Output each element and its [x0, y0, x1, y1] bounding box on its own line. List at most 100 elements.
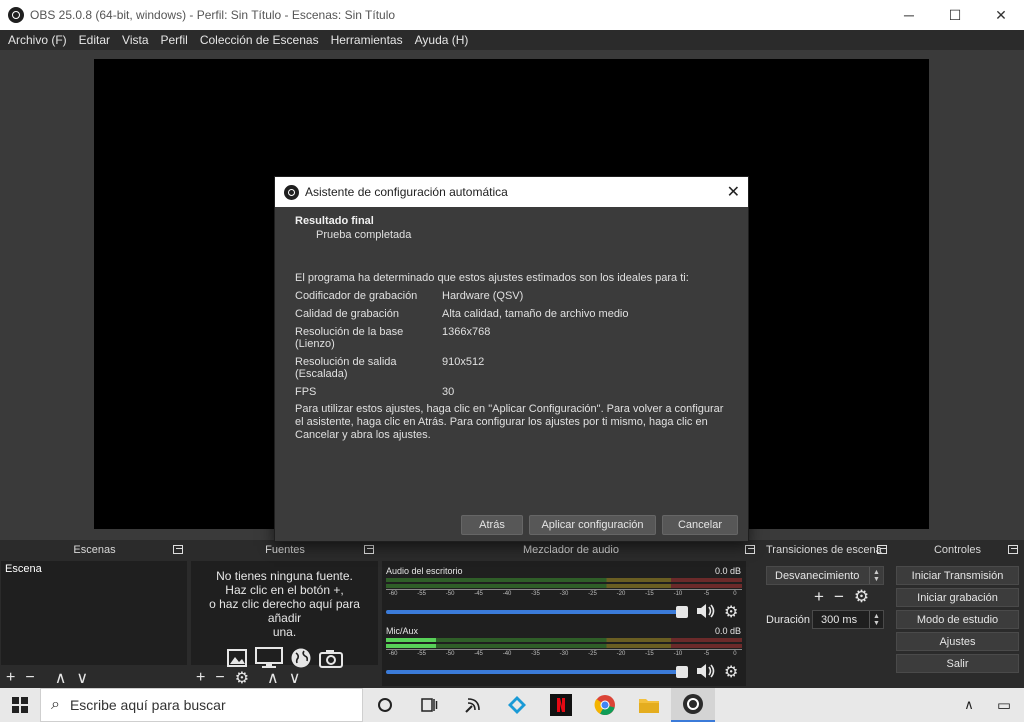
add-scene-icon[interactable]: +: [6, 669, 15, 687]
menu-editar[interactable]: Editar: [73, 33, 116, 47]
transition-selected: Desvanecimiento: [775, 569, 860, 582]
exit-button[interactable]: Salir: [896, 654, 1019, 673]
search-placeholder: Escribe aquí para buscar: [69, 697, 226, 713]
add-transition-icon[interactable]: +: [814, 587, 824, 607]
scenes-list[interactable]: Escena: [1, 561, 187, 665]
file-explorer-icon[interactable]: [627, 688, 671, 722]
scene-item[interactable]: Escena: [1, 561, 187, 577]
duration-spinbox[interactable]: 300 ms ▲ ▼: [812, 610, 884, 629]
start-button[interactable]: [0, 688, 40, 722]
sources-dock-title: Fuentes: [265, 544, 305, 556]
meter-tick-label: -20: [616, 651, 626, 657]
menu-vista[interactable]: Vista: [116, 33, 154, 47]
taskbar-search-box[interactable]: ⌕ Escribe aquí para buscar: [40, 688, 363, 722]
duration-label: Duración: [766, 614, 811, 626]
undock-icon[interactable]: [1008, 545, 1018, 554]
meter-tick-label: -5: [703, 651, 710, 657]
channel-name: Audio del escritorio: [386, 566, 463, 576]
transition-gear-icon[interactable]: ⚙: [854, 587, 869, 607]
meter-tick-label: -20: [616, 591, 626, 597]
volume-slider[interactable]: [386, 606, 688, 618]
obs-logo-icon: [284, 184, 299, 200]
dialog-intro: El programa ha determinado que estos aju…: [295, 272, 689, 284]
add-source-icon[interactable]: +: [196, 669, 205, 687]
menu-perfil[interactable]: Perfil: [155, 33, 194, 47]
back-button[interactable]: Atrás: [461, 515, 523, 535]
undock-icon[interactable]: [877, 545, 887, 554]
cortana-icon[interactable]: [363, 688, 407, 722]
mixer-channel: Audio del escritorio 0.0 dB -60 -55 -50 -45…: [384, 566, 744, 622]
channel-gear-icon[interactable]: ⚙: [724, 602, 738, 622]
meter-tick-label: -40: [502, 651, 512, 657]
setting-row: Resolución de salida (Escalada) 910x512: [295, 356, 728, 380]
setting-label: FPS: [295, 386, 317, 398]
sources-list[interactable]: No tienes ninguna fuente. Haz clic en el…: [191, 561, 378, 668]
no-sources-message: No tienes ninguna fuente. Haz clic en el…: [191, 561, 378, 639]
dialog-close-icon[interactable]: ✕: [727, 182, 740, 202]
close-button[interactable]: ✕: [978, 0, 1024, 30]
minimize-button[interactable]: ─: [886, 0, 932, 30]
sources-dock-header: Fuentes: [190, 540, 380, 560]
start-streaming-button[interactable]: Iniciar Transmisión: [896, 566, 1019, 585]
move-up-icon[interactable]: ∧: [55, 668, 67, 688]
menu-ayuda[interactable]: Ayuda (H): [409, 33, 475, 47]
remove-source-icon[interactable]: −: [215, 669, 224, 687]
transition-select[interactable]: Desvanecimiento ▲ ▼: [766, 566, 884, 585]
controls-title: Controles: [933, 544, 982, 556]
meter-tick-label: -35: [531, 591, 540, 597]
undock-icon[interactable]: [364, 545, 374, 554]
setting-label: Resolución de la base (Lienzo): [295, 326, 404, 350]
tray-chevron-icon[interactable]: ∧: [954, 688, 984, 722]
move-up-icon[interactable]: ∧: [267, 668, 279, 688]
obs-taskbar-icon[interactable]: [671, 688, 715, 722]
network-satellite-icon[interactable]: [451, 688, 495, 722]
channel-controls: ⚙: [384, 602, 744, 622]
remove-transition-icon[interactable]: −: [834, 587, 844, 607]
maximize-button[interactable]: ☐: [932, 0, 978, 30]
volume-slider-handle[interactable]: [676, 606, 688, 618]
apply-config-button[interactable]: Aplicar configuración: [529, 515, 656, 535]
kodi-icon[interactable]: [495, 688, 539, 722]
no-sources-line: o haz clic derecho aquí para añadir: [209, 597, 360, 625]
start-recording-button[interactable]: Iniciar grabación: [896, 588, 1019, 607]
meter-tick-label: -45: [474, 651, 483, 657]
source-properties-gear-icon[interactable]: ⚙: [235, 668, 249, 688]
dialog-buttons: Atrás Aplicar configuración Cancelar: [461, 515, 738, 535]
no-sources-line: No tienes ninguna fuente.: [216, 569, 353, 583]
speaker-icon[interactable]: [696, 663, 716, 682]
remove-scene-icon[interactable]: −: [25, 669, 34, 687]
setting-row: Codificador de grabación Hardware (QSV): [295, 290, 728, 302]
chrome-icon[interactable]: [583, 688, 627, 722]
volume-slider[interactable]: [386, 666, 688, 678]
scenes-toolbar: + − ∧ ∨: [0, 668, 88, 688]
menu-archivo[interactable]: Archivo (F): [2, 33, 73, 47]
spin-arrows-icon[interactable]: ▲ ▼: [869, 611, 883, 628]
speaker-icon[interactable]: [696, 603, 716, 622]
scenes-dock-title: Escenas: [73, 544, 116, 556]
settings-button[interactable]: Ajustes: [896, 632, 1019, 651]
undock-icon[interactable]: [173, 545, 183, 554]
meter-tick-label: -25: [588, 591, 597, 597]
notifications-icon[interactable]: ▭: [984, 688, 1024, 722]
channel-name: Mic/Aux: [386, 626, 419, 636]
meter-ticks: -60 -55 -50 -45 -40 -35 -30 -25 -20 -15 -10 -5 0: [386, 649, 742, 659]
windows-taskbar: ⌕ Escribe aquí para buscar ∧ ▭: [0, 688, 1024, 722]
move-down-icon[interactable]: ∨: [289, 668, 301, 688]
camera-icon: [318, 647, 344, 675]
audio-mixer-header: Mezclador de audio: [381, 540, 761, 560]
menu-herramientas[interactable]: Herramientas: [325, 33, 409, 47]
meter-tick-label: -10: [673, 591, 683, 597]
task-view-icon[interactable]: [407, 688, 451, 722]
move-down-icon[interactable]: ∨: [76, 668, 88, 688]
channel-gear-icon[interactable]: ⚙: [724, 662, 738, 682]
meter-tick-label: -45: [474, 591, 483, 597]
menu-coleccion-escenas[interactable]: Colección de Escenas: [194, 33, 325, 47]
cancel-button[interactable]: Cancelar: [662, 515, 738, 535]
netflix-icon[interactable]: [539, 688, 583, 722]
channel-header: Mic/Aux 0.0 dB: [384, 626, 744, 636]
meter-tick-label: -10: [673, 651, 683, 657]
volume-slider-handle[interactable]: [676, 666, 688, 678]
studio-mode-button[interactable]: Modo de estudio: [896, 610, 1019, 629]
meter-tick-label: -40: [502, 591, 512, 597]
undock-icon[interactable]: [745, 545, 755, 554]
